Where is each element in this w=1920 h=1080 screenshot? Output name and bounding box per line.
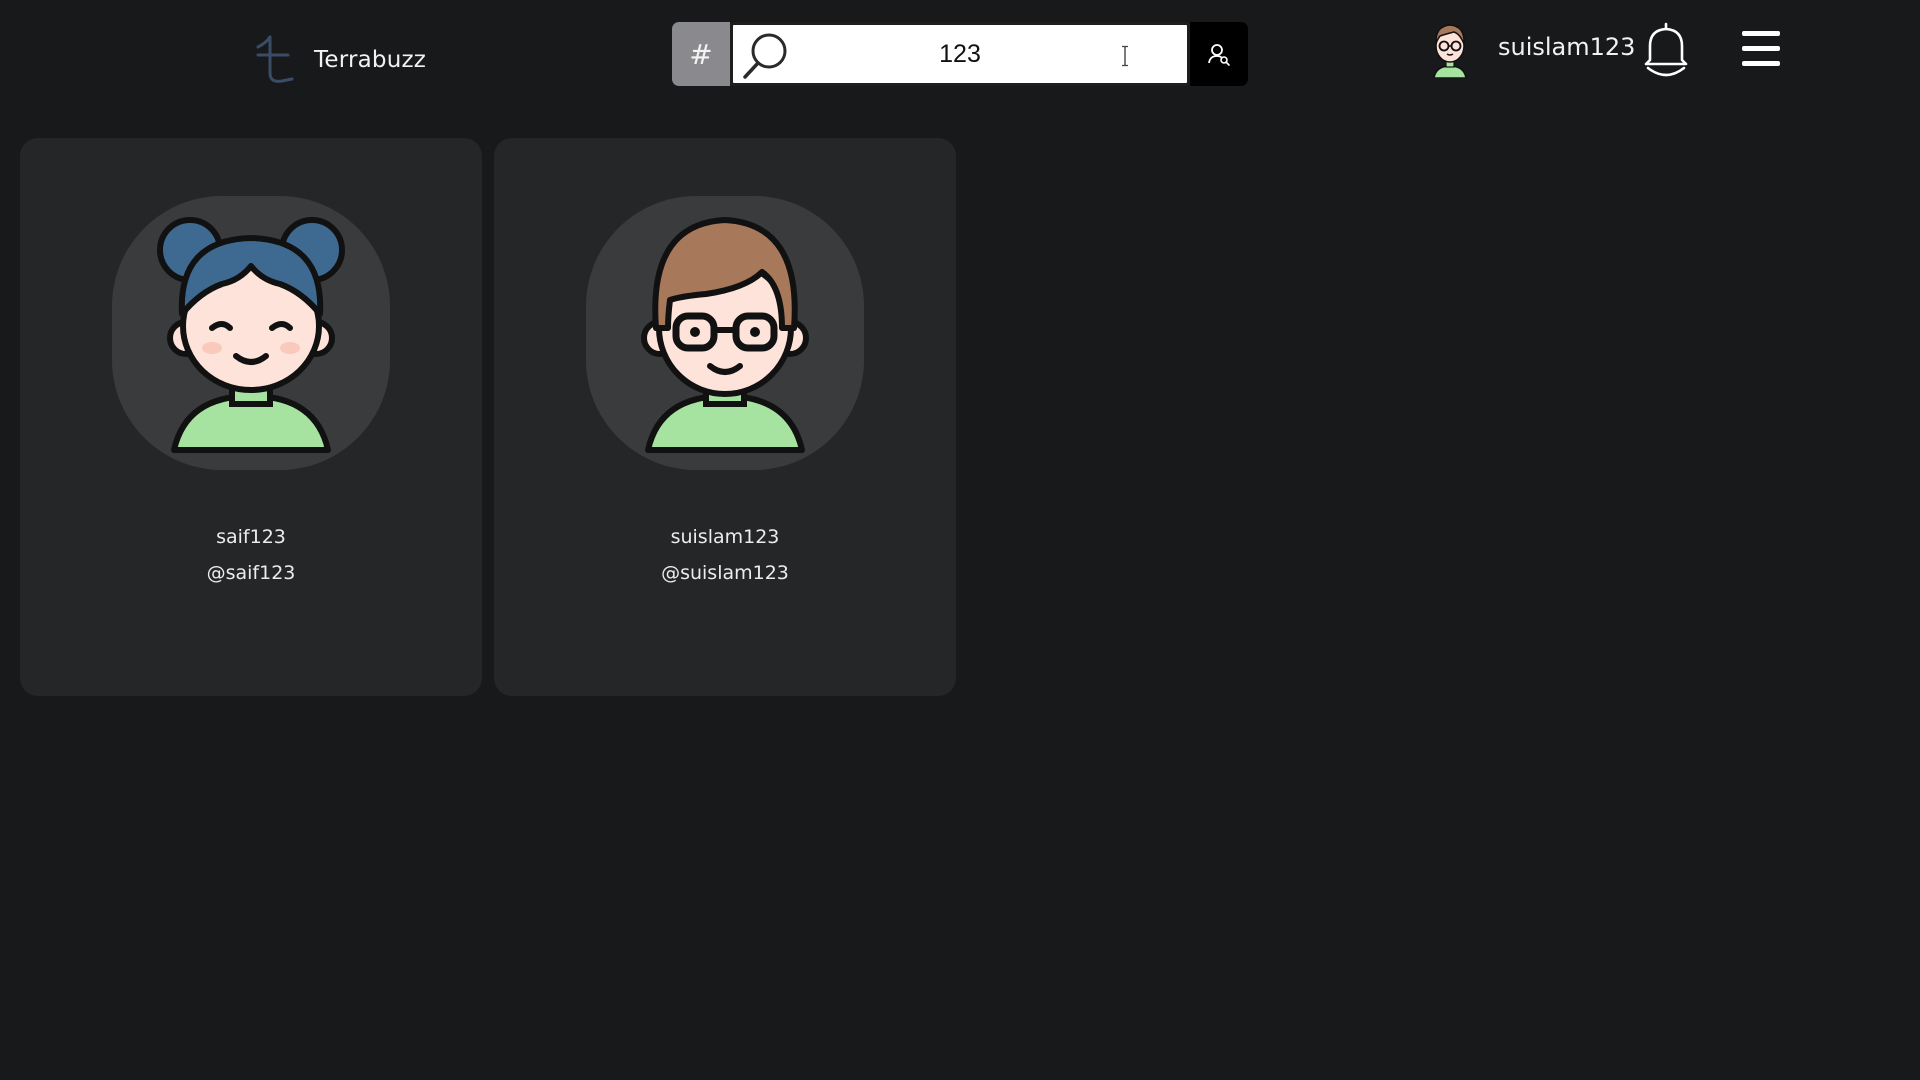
- result-display-name: suislam123: [670, 526, 780, 548]
- search-input[interactable]: [733, 25, 1187, 83]
- user-search-button[interactable]: [1190, 22, 1248, 86]
- search-field[interactable]: [730, 22, 1190, 86]
- result-display-name: saif123: [216, 526, 286, 548]
- top-navigation-bar: Terrabuzz # 123 suislam123: [0, 0, 1920, 110]
- current-username: suislam123: [1498, 33, 1636, 61]
- terrabuzz-logo-icon: [256, 35, 294, 83]
- girl-avatar-icon: [157, 217, 345, 453]
- current-user-profile-link[interactable]: suislam123: [1424, 14, 1635, 80]
- brand-home-link[interactable]: Terrabuzz: [252, 28, 426, 92]
- avatar: [586, 196, 864, 470]
- avatar: [1433, 24, 1467, 78]
- result-handle: @suislam123: [661, 562, 789, 584]
- user-result-card[interactable]: suislam123 @suislam123: [494, 138, 956, 696]
- hamburger-menu-icon[interactable]: [1740, 28, 1786, 70]
- search-bar: #: [672, 22, 1248, 86]
- search-icon: [743, 33, 787, 79]
- result-handle: @saif123: [206, 562, 296, 584]
- user-result-card[interactable]: saif123 @saif123: [20, 138, 482, 696]
- bell-icon[interactable]: [1640, 20, 1692, 80]
- boy-with-glasses-avatar-icon: [641, 217, 809, 453]
- brand-name: Terrabuzz: [314, 47, 427, 73]
- search-results-grid: saif123 @saif123 suislam123 @suislam123: [20, 138, 956, 696]
- avatar: [112, 196, 390, 470]
- user-search-icon: [1208, 44, 1230, 66]
- hashtag-search-toggle[interactable]: #: [672, 22, 730, 86]
